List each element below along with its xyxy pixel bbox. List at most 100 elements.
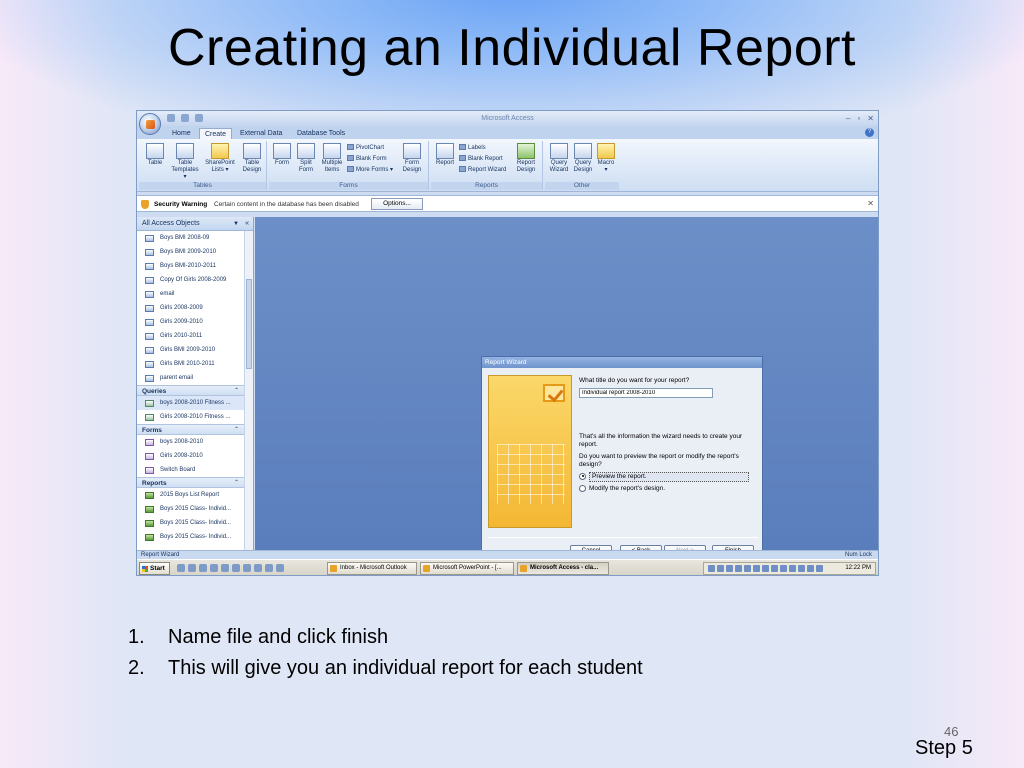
pivotchart-button[interactable]: PivotChart bbox=[347, 144, 384, 152]
nav-pane-header[interactable]: All Access Objects ▼ « bbox=[137, 217, 253, 231]
navigation-pane: All Access Objects ▼ « Boys BMI 2008-09 … bbox=[137, 217, 254, 550]
table-icon bbox=[145, 235, 154, 242]
tab-external-data[interactable]: External Data bbox=[235, 128, 287, 139]
form-button[interactable]: Form bbox=[271, 143, 293, 167]
nav-scrollbar[interactable] bbox=[244, 231, 253, 550]
outlook-icon[interactable] bbox=[188, 564, 196, 572]
nav-table-item[interactable]: Girls BMI 2010-2011 bbox=[137, 357, 244, 371]
nav-table-item[interactable]: Boys BMI-2010-2011 bbox=[137, 259, 244, 273]
nav-table-item[interactable]: Copy Of Girls 2008-2009 bbox=[137, 273, 244, 287]
tray-icon[interactable] bbox=[753, 565, 760, 572]
tray-icon[interactable] bbox=[807, 565, 814, 572]
clock[interactable]: 12:22 PM bbox=[845, 563, 871, 574]
more-forms-button[interactable]: More Forms ▾ bbox=[347, 166, 393, 174]
tray-icon[interactable] bbox=[717, 565, 724, 572]
word-icon[interactable] bbox=[199, 564, 207, 572]
nav-query-item[interactable]: boys 2008-2010 Fitness ... bbox=[137, 396, 244, 410]
office-button[interactable] bbox=[139, 113, 161, 135]
modify-design-option[interactable]: Modify the report's design. bbox=[579, 484, 665, 494]
table-templates-button[interactable]: Table Templates ▾ bbox=[169, 143, 201, 181]
nav-table-item[interactable]: Girls BMI 2009-2010 bbox=[137, 343, 244, 357]
tray-icon[interactable] bbox=[744, 565, 751, 572]
chevron-down-icon[interactable]: ▼ bbox=[233, 217, 239, 231]
tray-icon[interactable] bbox=[789, 565, 796, 572]
preview-report-option[interactable]: Preview the report. bbox=[579, 472, 749, 482]
tab-database-tools[interactable]: Database Tools bbox=[292, 128, 350, 139]
query-design-button[interactable]: Query Design bbox=[571, 143, 595, 174]
help-icon[interactable]: ? bbox=[865, 128, 874, 137]
media-icon[interactable] bbox=[243, 564, 251, 572]
nav-form-item[interactable]: Switch Board bbox=[137, 463, 244, 477]
taskbar-item-powerpoint[interactable]: Microsoft PowerPoint - [... bbox=[420, 562, 514, 575]
nav-report-item[interactable]: 2015 Boys List Report bbox=[137, 488, 244, 502]
nav-section-reports[interactable]: Reports ⌃ bbox=[137, 477, 244, 488]
nav-table-item[interactable]: email bbox=[137, 287, 244, 301]
form-icon bbox=[273, 143, 291, 159]
form-design-button[interactable]: Form Design bbox=[399, 143, 425, 174]
nav-table-item[interactable]: Boys BMI 2008-09 bbox=[137, 231, 244, 245]
options-button[interactable]: Options... bbox=[371, 198, 423, 210]
report-button[interactable]: Report bbox=[433, 143, 457, 167]
report-wizard-icon bbox=[459, 166, 466, 173]
app-icon[interactable] bbox=[265, 564, 273, 572]
report-wizard-button[interactable]: Report Wizard bbox=[459, 166, 506, 174]
tray-icon[interactable] bbox=[798, 565, 805, 572]
table-icon bbox=[145, 319, 154, 326]
taskbar-item-access[interactable]: Microsoft Access - cla... bbox=[517, 562, 609, 575]
excel-icon[interactable] bbox=[210, 564, 218, 572]
tray-icon[interactable] bbox=[735, 565, 742, 572]
nav-table-item[interactable]: parent email bbox=[137, 371, 244, 385]
tray-icon[interactable] bbox=[780, 565, 787, 572]
tab-create[interactable]: Create bbox=[199, 128, 233, 139]
report-title-input[interactable] bbox=[579, 388, 713, 398]
close-icon[interactable]: ✕ bbox=[867, 114, 874, 123]
table-button[interactable]: Table bbox=[141, 143, 169, 167]
restore-icon[interactable]: ▫ bbox=[857, 114, 860, 123]
multiple-items-button[interactable]: Multiple Items bbox=[319, 143, 345, 174]
blank-report-button[interactable]: Blank Report bbox=[459, 155, 503, 163]
nav-table-item[interactable]: Boys BMI 2009-2010 bbox=[137, 245, 244, 259]
tray-icon[interactable] bbox=[816, 565, 823, 572]
nav-report-item[interactable]: Boys 2015 Class- Individ... bbox=[137, 516, 244, 530]
nav-table-item[interactable]: Girls 2009-2010 bbox=[137, 315, 244, 329]
radio-unselected[interactable] bbox=[579, 484, 586, 492]
tray-icon[interactable] bbox=[762, 565, 769, 572]
sharepoint-lists-button[interactable]: SharePoint Lists ▾ bbox=[202, 143, 238, 174]
taskbar-item-outlook[interactable]: Inbox - Microsoft Outlook bbox=[327, 562, 417, 575]
nav-table-item[interactable]: Girls 2010-2011 bbox=[137, 329, 244, 343]
tray-icon[interactable] bbox=[708, 565, 715, 572]
table-icon bbox=[145, 291, 154, 298]
app-icon[interactable] bbox=[276, 564, 284, 572]
tray-icon[interactable] bbox=[771, 565, 778, 572]
collapse-pane-icon[interactable]: « bbox=[245, 217, 249, 231]
nav-report-item[interactable]: Boys 2015 Class- Individ... bbox=[137, 502, 244, 516]
tab-home[interactable]: Home bbox=[167, 128, 196, 139]
query-wizard-button[interactable]: Query Wizard bbox=[547, 143, 571, 174]
blank-form-button[interactable]: Blank Form bbox=[347, 155, 387, 163]
nav-report-item[interactable]: Boys 2015 Class- Individ... bbox=[137, 530, 244, 544]
nav-form-item[interactable]: Girls 2008-2010 bbox=[137, 449, 244, 463]
scrollbar-thumb[interactable] bbox=[246, 279, 252, 369]
start-button[interactable]: Start bbox=[139, 562, 170, 575]
app-icon[interactable] bbox=[254, 564, 262, 572]
nav-table-item[interactable]: Girls 2008-2009 bbox=[137, 301, 244, 315]
macro-button[interactable]: Macro ▾ bbox=[595, 143, 617, 174]
blank-form-icon bbox=[347, 155, 354, 162]
minimize-icon[interactable]: – bbox=[846, 114, 850, 123]
ie-icon[interactable] bbox=[177, 564, 185, 572]
nav-query-item[interactable]: Girls 2008-2010 Fitness ... bbox=[137, 410, 244, 424]
multiple-items-icon bbox=[323, 143, 341, 159]
tray-icon[interactable] bbox=[726, 565, 733, 572]
report-design-button[interactable]: Report Design bbox=[513, 143, 539, 174]
table-icon bbox=[145, 305, 154, 312]
labels-button[interactable]: Labels bbox=[459, 144, 486, 152]
nav-section-forms[interactable]: Forms ⌃ bbox=[137, 424, 244, 435]
access-icon[interactable] bbox=[221, 564, 229, 572]
folder-icon[interactable] bbox=[232, 564, 240, 572]
radio-selected[interactable] bbox=[579, 472, 586, 480]
table-design-button[interactable]: Table Design bbox=[239, 143, 265, 174]
nav-form-item[interactable]: boys 2008-2010 bbox=[137, 435, 244, 449]
nav-section-queries[interactable]: Queries ⌃ bbox=[137, 385, 244, 396]
close-icon[interactable]: ✕ bbox=[867, 199, 874, 208]
split-form-button[interactable]: Split Form bbox=[294, 143, 318, 174]
